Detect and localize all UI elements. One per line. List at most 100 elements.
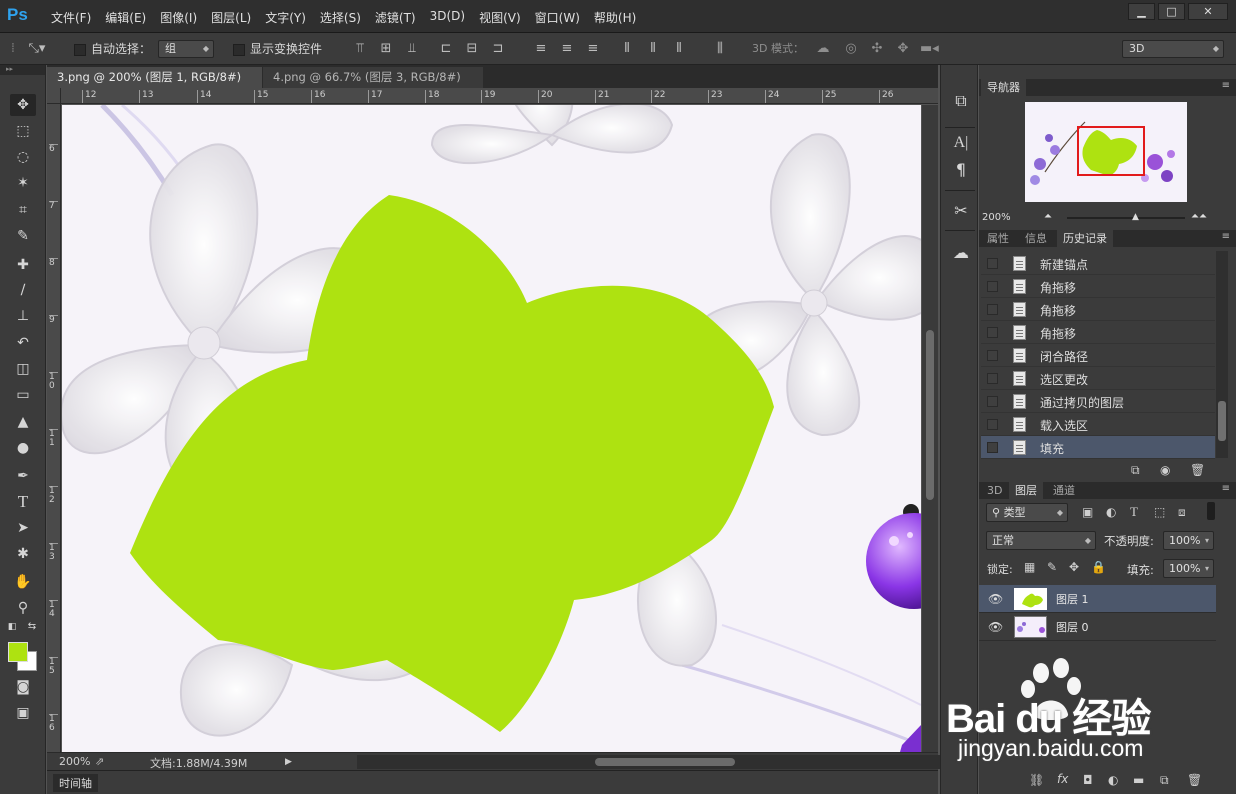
history-item[interactable]: 新建锚点 [981,252,1215,275]
history-brush-source-checkbox[interactable] [987,419,998,430]
blend-mode-dropdown[interactable]: 正常 ◆ [986,531,1096,550]
adjustment-layer-icon[interactable]: ◐ [1108,773,1118,787]
menu-type[interactable]: 文字(Y) [258,9,313,26]
history-item[interactable]: 角拖移 [981,275,1215,298]
distribute-vcenter-icon[interactable]: ≡ [560,42,574,56]
navigator-zoom-value[interactable]: 200% [982,212,1011,223]
distribute-hcenter-icon[interactable]: ⦀ [646,42,660,56]
zoom-in-icon[interactable]: ⏶⏶ [1191,211,1207,222]
lock-position-icon[interactable]: ✥ [1069,560,1079,574]
foreground-color-swatch[interactable] [8,642,28,662]
history-item[interactable]: 选区更改 [981,367,1215,390]
auto-select-dropdown[interactable]: 组 ◆ [158,40,214,58]
pen-tool-icon[interactable]: ✒ [10,465,36,487]
align-right-icon[interactable]: ⊐ [491,42,505,56]
align-top-icon[interactable]: ⫪ [353,42,367,56]
lock-transparency-icon[interactable]: ▦ [1024,560,1035,574]
scroll-thumb[interactable] [926,330,934,500]
marquee-tool-icon[interactable]: ⬚ [10,120,36,142]
move-tool-icon[interactable]: ✥ [10,94,36,116]
canvas-vertical-scrollbar[interactable] [922,105,938,752]
delete-layer-icon[interactable]: 🗑 [1187,773,1202,787]
tab-3d[interactable]: 3D [981,482,1008,499]
layer-filter-dropdown[interactable]: ⚲ 类型 ◆ [986,503,1068,522]
fill-input[interactable]: 100% ▾ [1163,559,1214,578]
history-brush-source-checkbox[interactable] [987,327,998,338]
screen-mode-icon[interactable]: ▣ [10,702,36,724]
history-brush-source-checkbox[interactable] [987,442,998,453]
status-menu-arrow-icon[interactable]: ▶ [285,757,292,767]
opacity-input[interactable]: 100% ▾ [1163,531,1214,550]
history-item[interactable]: 闭合路径 [981,344,1215,367]
creative-cloud-icon[interactable]: ☁ [950,242,972,264]
layer-style-fx-icon[interactable]: fx [1057,772,1068,786]
history-brush-tool-icon[interactable]: ↶ [10,332,36,354]
tab-channels[interactable]: 通道 [1047,482,1081,499]
navigator-view-box[interactable] [1077,126,1145,176]
navigator-thumbnail[interactable] [1025,102,1187,202]
layer-row[interactable]: 👁 图层 0 [979,613,1216,641]
history-brush-source-checkbox[interactable] [987,304,998,315]
history-item-selected[interactable]: 填充 [981,436,1215,459]
menu-3d[interactable]: 3D(D) [423,9,472,26]
scroll-thumb[interactable] [1218,401,1226,441]
custom-shape-tool-icon[interactable]: ✱ [10,543,36,565]
workspace-dropdown[interactable]: 3D ◆ [1122,40,1224,58]
visibility-eye-icon[interactable]: 👁 [988,620,1003,634]
eraser-tool-icon[interactable]: ◫ [10,358,36,380]
history-scrollbar[interactable] [1216,251,1228,458]
healing-brush-tool-icon[interactable]: ✚ [10,254,36,276]
menu-help[interactable]: 帮助(H) [587,9,643,26]
vertical-ruler[interactable]: 6 7 8 9 10 11 12 13 14 15 16 [47,104,61,752]
menu-file[interactable]: 文件(F) [44,9,98,26]
filter-shape-icon[interactable]: ⬚ [1154,505,1165,519]
zoom-out-icon[interactable]: ⏶ [1044,211,1052,222]
auto-select-checkbox[interactable]: 自动选择： [74,33,151,65]
tab-layers[interactable]: 图层 [1009,482,1043,499]
ruler-origin[interactable] [47,88,61,104]
align-bottom-icon[interactable]: ⫫ [405,42,419,56]
history-brush-source-checkbox[interactable] [987,396,998,407]
snapshot-camera-icon[interactable]: ◉ [1160,463,1170,477]
document-canvas[interactable] [62,105,921,752]
brush-tool-icon[interactable]: ∕ [10,279,36,301]
3d-rotate-icon[interactable]: ☁ [816,42,830,56]
filter-pixel-icon[interactable]: ▣ [1082,505,1093,519]
menu-view[interactable]: 视图(V) [472,9,528,26]
show-transform-checkbox[interactable]: 显示变换控件 [233,33,322,65]
history-brush-source-checkbox[interactable] [987,373,998,384]
distribute-left-icon[interactable]: ⦀ [620,42,634,56]
zoom-tool-icon[interactable]: ⚲ [10,597,36,619]
distribute-right-icon[interactable]: ⦀ [672,42,686,56]
filter-toggle-switch[interactable] [1207,502,1215,520]
minimize-button[interactable]: ▁ [1128,3,1155,20]
visibility-eye-icon[interactable]: 👁 [988,592,1003,606]
tab-history[interactable]: 历史记录 [1057,230,1113,247]
history-panel-icon[interactable]: ⧉ [950,90,972,112]
magic-wand-tool-icon[interactable]: ✶ [10,172,36,194]
distribute-top-icon[interactable]: ≡ [534,42,548,56]
panel-menu-icon[interactable]: ≡ [1222,483,1230,494]
status-zoom[interactable]: 200% [59,755,90,768]
close-window-button[interactable]: ✕ [1188,3,1228,20]
quick-mask-icon[interactable]: ◙ [10,676,36,698]
menu-filter[interactable]: 滤镜(T) [368,9,423,26]
clone-stamp-tool-icon[interactable]: ⊥ [10,305,36,327]
tool-presets-icon[interactable]: ✂ [950,200,972,222]
maximize-button[interactable]: □ [1158,3,1185,20]
3d-drag-icon[interactable]: ✣ [870,42,884,56]
delete-state-icon[interactable]: 🗑 [1190,463,1205,477]
new-document-from-state-icon[interactable]: ⧉ [1131,463,1140,478]
new-layer-icon[interactable]: ⧉ [1160,773,1169,788]
move-tool-preset-icon[interactable]: ⤡▾ [26,42,48,56]
lock-image-pixels-icon[interactable]: ✎ [1047,560,1057,574]
menu-window[interactable]: 窗口(W) [528,9,587,26]
eyedropper-tool-icon[interactable]: ✎ [10,225,36,247]
align-vcenter-icon[interactable]: ⊞ [379,42,393,56]
swap-colors-icon[interactable]: ⇆ [26,621,38,633]
history-brush-source-checkbox[interactable] [987,350,998,361]
filter-type-icon[interactable]: T [1130,504,1138,520]
layer-name[interactable]: 图层 1 [1056,591,1089,607]
share-icon[interactable]: ⇗ [95,755,104,768]
tab-document-4[interactable]: 4.png @ 66.7% (图层 3, RGB/8#) *× [263,67,483,105]
